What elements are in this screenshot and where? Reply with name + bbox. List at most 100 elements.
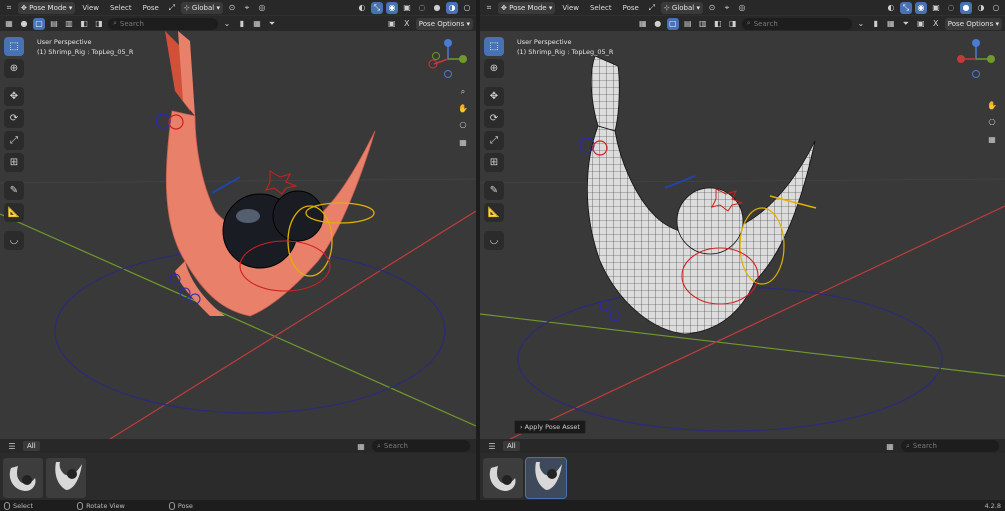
navigation-gizmo[interactable] bbox=[954, 36, 998, 86]
armature-icon[interactable]: ⤢ bbox=[646, 2, 658, 14]
scale-icon[interactable]: ⤢ bbox=[4, 131, 24, 150]
menu-select[interactable]: Select bbox=[586, 4, 616, 12]
grid-icon[interactable]: ▦ bbox=[985, 133, 999, 146]
shading-solid-icon[interactable]: ● bbox=[960, 1, 972, 14]
panel-icon[interactable]: ▣ bbox=[915, 18, 927, 30]
shading-material-icon[interactable]: ◑ bbox=[975, 2, 987, 14]
filter-icon[interactable]: ⏷ bbox=[266, 18, 278, 30]
annotate-icon[interactable]: ✎ bbox=[484, 181, 504, 200]
shading-rendered-icon[interactable]: ○ bbox=[461, 2, 473, 14]
move-icon[interactable]: ✥ bbox=[4, 87, 24, 106]
3d-viewport[interactable]: ⬚ ⊕ ✥ ⟳ ⤢ ⊞ ✎ 📐 ◡ User Perspective (1) S… bbox=[480, 31, 1005, 439]
select-subtract-icon[interactable]: ▥ bbox=[697, 18, 709, 30]
xray-icon[interactable]: ▣ bbox=[930, 2, 942, 14]
measure-icon[interactable]: 📐 bbox=[4, 203, 24, 222]
scale-icon[interactable]: ⤢ bbox=[484, 131, 504, 150]
overlay-toggle-icon[interactable]: ◉ bbox=[386, 1, 398, 14]
cursor-icon[interactable]: ⊕ bbox=[4, 59, 24, 78]
camera-icon[interactable]: ⎔ bbox=[456, 119, 470, 132]
gizmo-toggle-icon[interactable]: ⤡ bbox=[900, 1, 912, 14]
select-box-icon[interactable]: ⬚ bbox=[484, 37, 504, 56]
armature-icon[interactable]: ⤢ bbox=[166, 2, 178, 14]
pivot-icon[interactable]: ⊙ bbox=[226, 2, 238, 14]
library-icon[interactable]: ▦ bbox=[251, 18, 263, 30]
rotate-icon[interactable]: ⟳ bbox=[484, 109, 504, 128]
shading-solid-icon[interactable]: ● bbox=[431, 2, 443, 14]
shading-wire-icon[interactable]: ◌ bbox=[945, 2, 957, 14]
select-mode-icon[interactable]: ▢ bbox=[33, 17, 45, 30]
tool-search-input[interactable]: ⌕ Search bbox=[108, 17, 218, 30]
library-icon[interactable]: ▦ bbox=[885, 18, 897, 30]
pivot-icon[interactable]: ⊙ bbox=[706, 2, 718, 14]
relax-icon[interactable]: ◡ bbox=[4, 231, 24, 250]
select-subtract-icon[interactable]: ▥ bbox=[63, 18, 75, 30]
select-invert-icon[interactable]: ◧ bbox=[712, 18, 724, 30]
pose-options-dropdown[interactable]: Pose Options ▾ bbox=[415, 17, 473, 30]
pan-icon[interactable]: ✋ bbox=[456, 102, 470, 115]
pose-asset-thumbnail[interactable] bbox=[483, 458, 523, 498]
tab-all[interactable]: All bbox=[503, 441, 520, 451]
tab-all[interactable]: All bbox=[23, 441, 40, 451]
chevron-down-icon[interactable]: ⌄ bbox=[855, 18, 867, 30]
visibility-icon[interactable]: ◐ bbox=[356, 2, 368, 14]
proportional-icon[interactable]: ◎ bbox=[736, 2, 748, 14]
transform-icon[interactable]: ⊞ bbox=[4, 153, 24, 172]
select-intersect-icon[interactable]: ◨ bbox=[93, 18, 105, 30]
select-extend-icon[interactable]: ▤ bbox=[48, 18, 60, 30]
sidebar-toggle-icon[interactable]: ▦ bbox=[637, 18, 649, 30]
annotate-icon[interactable]: ✎ bbox=[4, 181, 24, 200]
menu-view[interactable]: View bbox=[78, 4, 103, 12]
select-box-icon[interactable]: ⬚ bbox=[4, 37, 24, 56]
sidebar-toggle-icon[interactable]: ▦ bbox=[3, 18, 15, 30]
snap-icon[interactable]: ⌖ bbox=[721, 2, 733, 14]
asset-search-input[interactable]: ⌕ Search bbox=[901, 440, 999, 452]
zoom-icon[interactable]: ⌕ bbox=[456, 85, 470, 98]
measure-icon[interactable]: 📐 bbox=[484, 203, 504, 222]
select-extend-icon[interactable]: ▤ bbox=[682, 18, 694, 30]
rotate-icon[interactable]: ⟳ bbox=[4, 109, 24, 128]
camera-icon[interactable]: ⎔ bbox=[985, 116, 999, 129]
transform-icon[interactable]: ⊞ bbox=[484, 153, 504, 172]
visibility-icon[interactable]: ◐ bbox=[885, 2, 897, 14]
proportional-icon[interactable]: ◎ bbox=[256, 2, 268, 14]
orientation-dropdown[interactable]: ⊹ Global ▾ bbox=[660, 1, 703, 14]
mode-dropdown[interactable]: ✥ Pose Mode ▾ bbox=[18, 1, 76, 14]
orientation-dropdown[interactable]: ⊹ Global ▾ bbox=[180, 1, 223, 14]
snap-icon[interactable]: ⌖ bbox=[241, 2, 253, 14]
cursor-icon[interactable]: ⊕ bbox=[484, 59, 504, 78]
menu-pose[interactable]: Pose bbox=[139, 4, 163, 12]
menu-pose[interactable]: Pose bbox=[619, 4, 643, 12]
color-icon[interactable]: ● bbox=[18, 18, 30, 30]
select-invert-icon[interactable]: ◧ bbox=[78, 18, 90, 30]
move-icon[interactable]: ✥ bbox=[484, 87, 504, 106]
shading-rendered-icon[interactable]: ○ bbox=[990, 2, 1002, 14]
filter-icon[interactable]: ⏷ bbox=[900, 18, 912, 30]
mode-dropdown[interactable]: ✥ Pose Mode ▾ bbox=[498, 1, 556, 14]
select-intersect-icon[interactable]: ◨ bbox=[727, 18, 739, 30]
shading-material-icon[interactable]: ◑ bbox=[446, 1, 458, 14]
overlay-toggle-icon[interactable]: ◉ bbox=[915, 1, 927, 14]
editor-type-icon[interactable]: ⌗ bbox=[3, 2, 15, 14]
asset-search-input[interactable]: ⌕ Search bbox=[372, 440, 470, 452]
pose-asset-thumbnail[interactable] bbox=[46, 458, 86, 498]
select-mode-icon[interactable]: ▢ bbox=[666, 17, 679, 30]
pose-options-dropdown[interactable]: Pose Options ▾ bbox=[944, 17, 1002, 30]
hamburger-icon[interactable]: ☰ bbox=[486, 440, 498, 452]
pan-icon[interactable]: ✋ bbox=[985, 99, 999, 112]
panel-icon[interactable]: ▣ bbox=[386, 18, 398, 30]
menu-select[interactable]: Select bbox=[106, 4, 136, 12]
color-icon[interactable]: ● bbox=[652, 18, 664, 30]
pose-asset-thumbnail-selected[interactable] bbox=[525, 457, 567, 499]
display-mode-icon[interactable]: ▦ bbox=[355, 440, 367, 452]
bookmark-icon[interactable]: ▮ bbox=[870, 18, 882, 30]
tool-search-input[interactable]: ⌕ Search bbox=[741, 17, 852, 30]
close-icon[interactable]: X bbox=[930, 18, 942, 30]
xray-icon[interactable]: ▣ bbox=[401, 2, 413, 14]
close-icon[interactable]: X bbox=[401, 18, 413, 30]
menu-view[interactable]: View bbox=[558, 4, 583, 12]
navigation-gizmo[interactable] bbox=[426, 36, 470, 86]
display-mode-icon[interactable]: ▦ bbox=[884, 440, 896, 452]
bookmark-icon[interactable]: ▮ bbox=[236, 18, 248, 30]
3d-viewport[interactable]: ⬚ ⊕ ✥ ⟳ ⤢ ⊞ ✎ 📐 ◡ User Perspective (1) S… bbox=[0, 31, 476, 439]
gizmo-toggle-icon[interactable]: ⤡ bbox=[371, 1, 383, 14]
